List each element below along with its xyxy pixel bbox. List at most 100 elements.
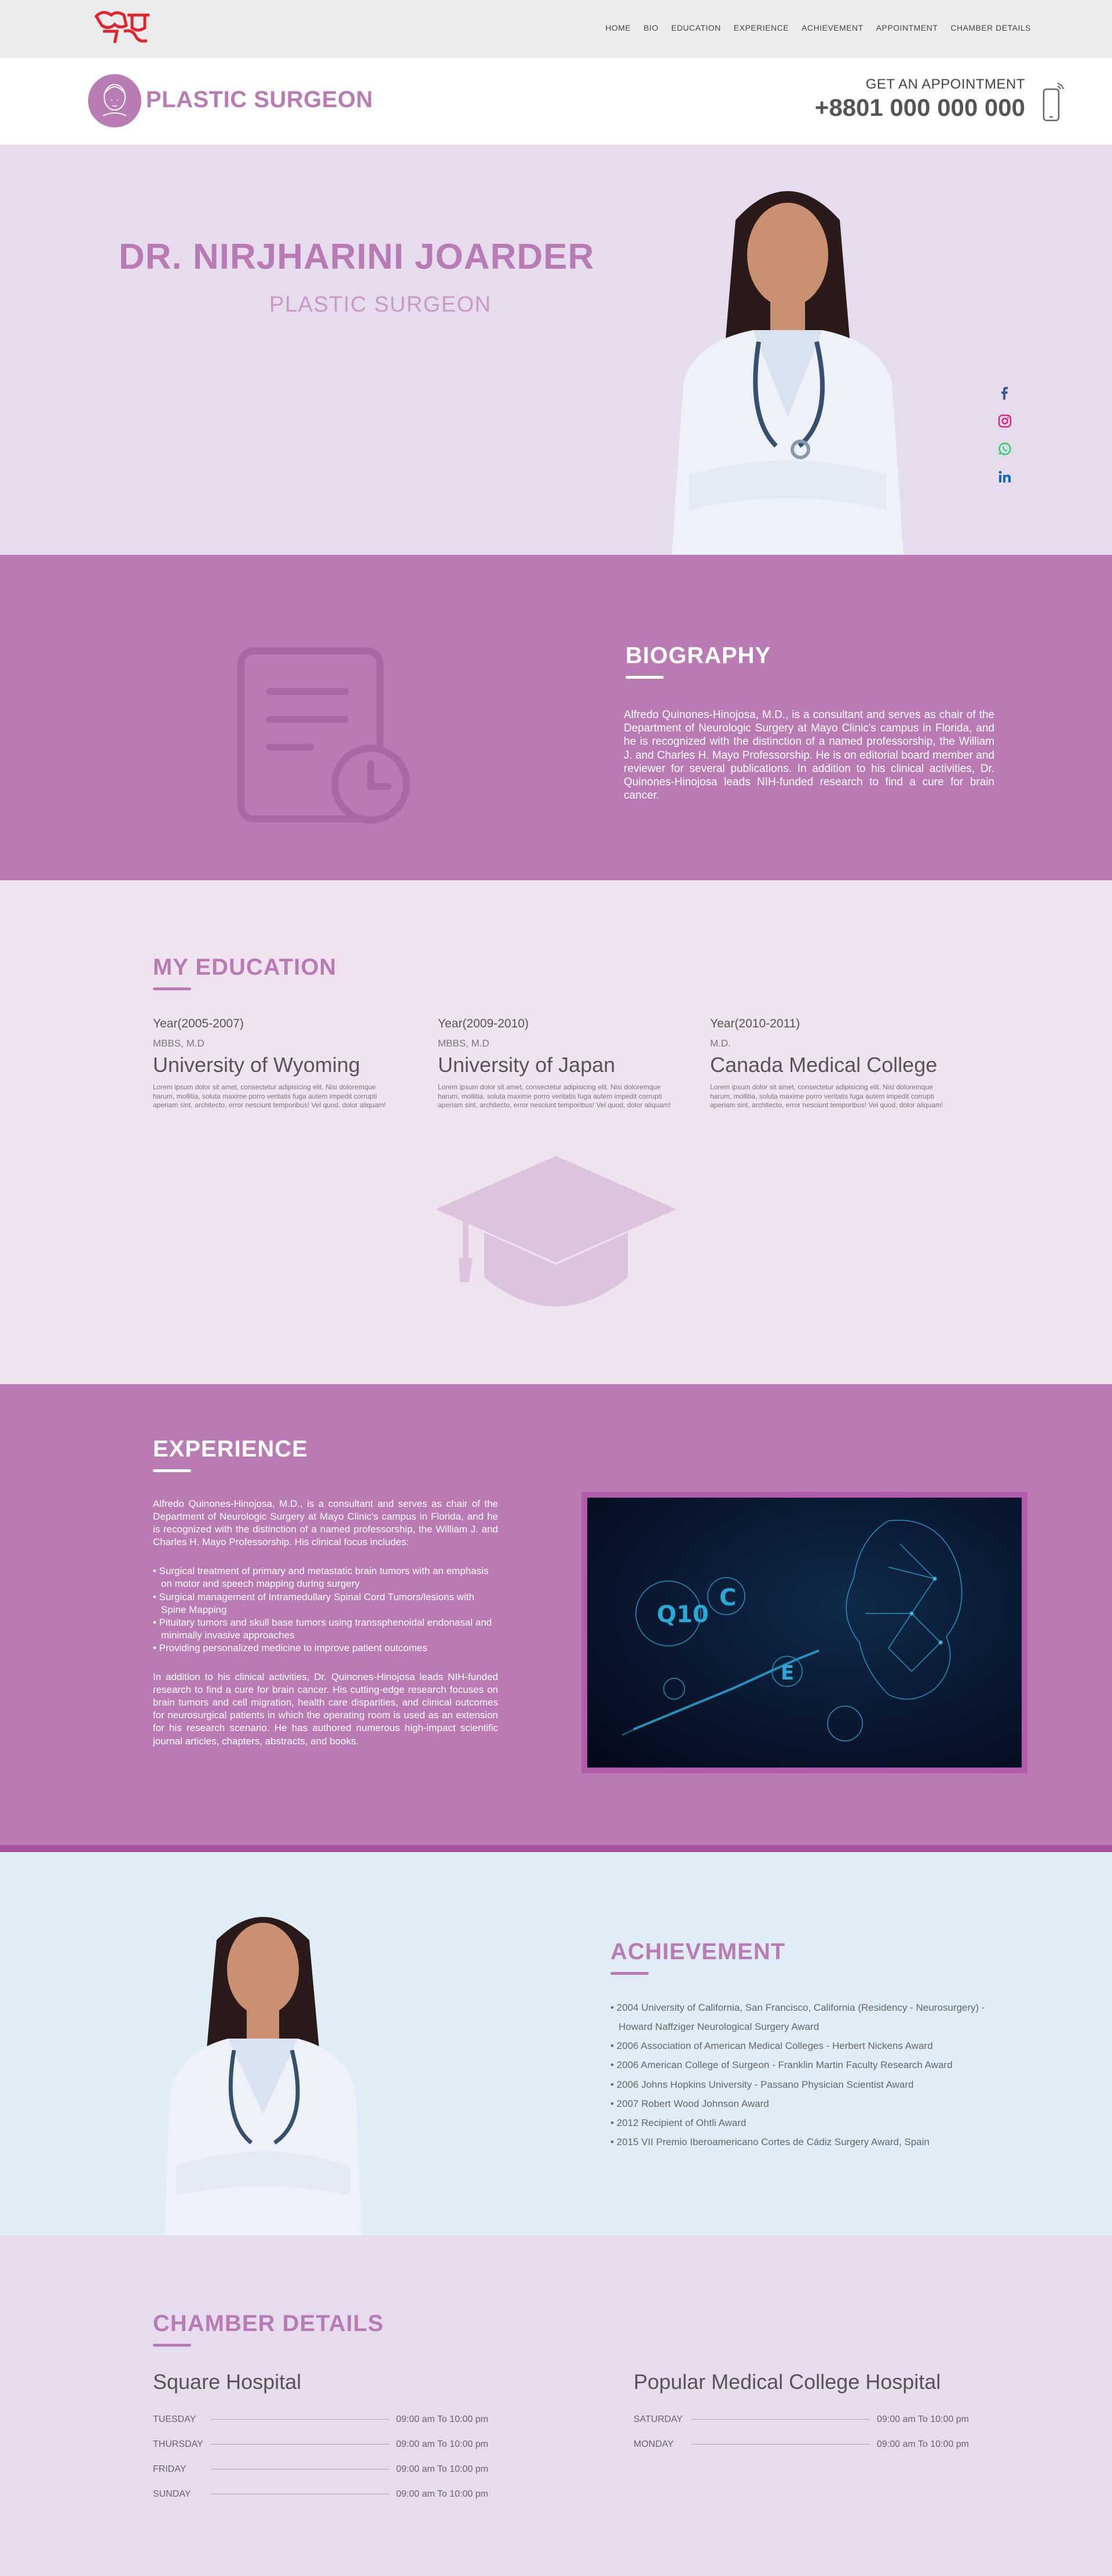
facebook-icon[interactable] xyxy=(995,383,1015,403)
face-icon xyxy=(103,84,127,116)
achievement-section: ACHIEVEMENT • 2004 University of Califor… xyxy=(0,1852,1112,2235)
whatsapp-icon[interactable] xyxy=(995,439,1015,459)
schedule-row: SUNDAY 09:00 am To 10:00 pm xyxy=(153,2482,512,2507)
chamber-section: CHAMBER DETAILS Square Hospital TUESDAY … xyxy=(0,2235,1112,2576)
document-clock-icon xyxy=(237,647,410,824)
education-degree: M.D. xyxy=(710,1038,731,1049)
education-description: Lorem ipsum dolor sit amet, consectetur … xyxy=(153,1083,386,1110)
doctor-portrait xyxy=(672,191,904,555)
biography-text: Alfredo Quinones-Hinojosa, M.D., is a co… xyxy=(624,709,994,802)
schedule-day: MONDAY xyxy=(634,2439,674,2449)
biography-heading-block: BIOGRAPHY xyxy=(626,643,771,679)
schedule-time: 09:00 am To 10:00 pm xyxy=(877,2439,969,2449)
education-heading-block: MY EDUCATION xyxy=(153,954,336,990)
cosmetic-science-illustration: Q10 C E xyxy=(587,1498,1022,1768)
education-year: Year(2009-2010) xyxy=(438,1017,529,1030)
svg-text:Q10: Q10 xyxy=(657,1601,709,1628)
education-university: University of Japan xyxy=(438,1053,616,1077)
experience-heading-block: EXPERIENCE xyxy=(153,1436,308,1472)
schedule-time: 09:00 am To 10:00 pm xyxy=(396,2489,488,2499)
achievement-list: • 2004 University of California, San Fra… xyxy=(610,1998,1016,2151)
nav-home[interactable]: HOME xyxy=(605,23,631,32)
instagram-icon[interactable] xyxy=(995,411,1015,431)
education-title: MY EDUCATION xyxy=(153,954,337,980)
biography-section: BIOGRAPHY Alfredo Quinones-Hinojosa, M.D… xyxy=(0,555,1112,880)
title-underline xyxy=(153,987,191,990)
doctor-title: PLASTIC SURGEON xyxy=(269,292,492,317)
list-item: • 2006 Johns Hopkins University - Passan… xyxy=(610,2079,914,2090)
achievement-heading-block: ACHIEVEMENT xyxy=(610,1939,785,1975)
schedule-row: TUESDAY 09:00 am To 10:00 pm xyxy=(153,2407,512,2432)
education-item: Year(2009-2010) MBBS, M.D University of … xyxy=(438,1017,681,1110)
phone-icon xyxy=(1042,83,1064,122)
list-item: • 2006 Association of American Medical C… xyxy=(610,2040,933,2052)
list-item: • Providing personalized medicine to imp… xyxy=(153,1642,427,1653)
doctor-name: DR. NIRJHARINI JOARDER xyxy=(119,237,595,277)
achievement-title: ACHIEVEMENT xyxy=(610,1939,786,1964)
hospital-card: Popular Medical College Hospital SATURDA… xyxy=(634,2370,993,2457)
title-underline xyxy=(626,676,664,679)
schedule-time: 09:00 am To 10:00 pm xyxy=(396,2414,488,2424)
chamber-title: CHAMBER DETAILS xyxy=(153,2311,384,2336)
divider xyxy=(692,2419,870,2420)
education-description: Lorem ipsum dolor sit amet, consectetur … xyxy=(438,1083,671,1110)
list-item: • 2012 Recipient of Ohtli Award xyxy=(610,2117,747,2128)
main-nav: HOME BIO EDUCATION EXPERIENCE ACHIEVEMEN… xyxy=(605,23,1031,32)
nav-experience[interactable]: EXPERIENCE xyxy=(734,23,789,32)
schedule-time: 09:00 am To 10:00 pm xyxy=(396,2464,488,2474)
list-item: • 2006 American College of Surgeon - Fra… xyxy=(610,2059,953,2071)
title-underline xyxy=(153,1469,191,1472)
brand-badge xyxy=(88,74,141,127)
list-item: • 2007 Robert Wood Johnson Award xyxy=(610,2098,769,2109)
nav-appointment[interactable]: APPOINTMENT xyxy=(876,23,938,32)
experience-text: Alfredo Quinones-Hinojosa, M.D., is a co… xyxy=(153,1498,498,1748)
title-underline xyxy=(610,1972,649,1975)
title-underline xyxy=(153,2344,191,2347)
divider xyxy=(211,2419,389,2420)
experience-title: EXPERIENCE xyxy=(153,1436,308,1462)
experience-intro: Alfredo Quinones-Hinojosa, M.D., is a co… xyxy=(153,1498,498,1548)
nav-bio[interactable]: BIO xyxy=(643,23,659,32)
hero-section: DR. NIRJHARINI JOARDER PLASTIC SURGEON xyxy=(0,145,1112,555)
schedule-time: 09:00 am To 10:00 pm xyxy=(396,2439,488,2449)
education-year: Year(2005-2007) xyxy=(153,1017,244,1030)
top-bar: HOME BIO EDUCATION EXPERIENCE ACHIEVEMEN… xyxy=(0,0,1112,58)
brand-name[interactable]: PLASTIC SURGEON xyxy=(146,87,373,113)
linkedin-icon[interactable] xyxy=(995,467,1015,486)
nav-chamber-details[interactable]: CHAMBER DETAILS xyxy=(950,23,1031,32)
experience-focus-list: • Surgical treatment of primary and meta… xyxy=(153,1565,498,1655)
education-university: Canada Medical College xyxy=(710,1053,938,1077)
doctor-portrait xyxy=(164,1917,361,2235)
header: PLASTIC SURGEON GET AN APPOINTMENT +8801… xyxy=(0,58,1112,145)
list-item: • Surgical management of Intramedullary … xyxy=(153,1591,474,1615)
schedule-row: SATURDAY 09:00 am To 10:00 pm xyxy=(634,2407,993,2432)
site-logo[interactable] xyxy=(92,8,155,46)
schedule-row: THURSDAY 09:00 am To 10:00 pm xyxy=(153,2432,512,2457)
education-description: Lorem ipsum dolor sit amet, consectetur … xyxy=(710,1083,943,1110)
graduation-cap-icon xyxy=(436,1156,676,1307)
chamber-heading-block: CHAMBER DETAILS xyxy=(153,2311,384,2347)
appointment-label: GET AN APPOINTMENT xyxy=(865,76,1025,92)
hospital-name: Square Hospital xyxy=(153,2370,302,2394)
nav-education[interactable]: EDUCATION xyxy=(671,23,721,32)
education-degree: MBBS, M.D xyxy=(153,1038,204,1049)
education-university: University of Wyoming xyxy=(153,1053,360,1077)
divider xyxy=(211,2444,389,2445)
education-year: Year(2010-2011) xyxy=(710,1017,800,1030)
schedule-day: SATURDAY xyxy=(634,2414,683,2424)
experience-section: EXPERIENCE Alfredo Quinones-Hinojosa, M.… xyxy=(0,1384,1112,1852)
appointment-phone[interactable]: +8801 000 000 000 xyxy=(815,94,1025,122)
education-degree: MBBS, M.D xyxy=(438,1038,489,1049)
list-item: • 2015 VII Premio Iberoamericano Cortes … xyxy=(610,2136,930,2147)
nav-achievement[interactable]: ACHIEVEMENT xyxy=(802,23,864,32)
schedule-day: TUESDAY xyxy=(153,2414,196,2424)
education-section: MY EDUCATION Year(2005-2007) MBBS, M.D U… xyxy=(0,880,1112,1384)
schedule-day: THURSDAY xyxy=(153,2439,203,2449)
schedule-day: FRIDAY xyxy=(153,2464,186,2474)
biography-title: BIOGRAPHY xyxy=(626,643,771,668)
schedule-time: 09:00 am To 10:00 pm xyxy=(877,2414,969,2424)
list-item: • Pituitary tumors and skull base tumors… xyxy=(153,1616,492,1641)
experience-outro: In addition to his clinical activities, … xyxy=(153,1671,498,1747)
svg-text:C: C xyxy=(719,1585,736,1611)
divider xyxy=(692,2444,870,2445)
